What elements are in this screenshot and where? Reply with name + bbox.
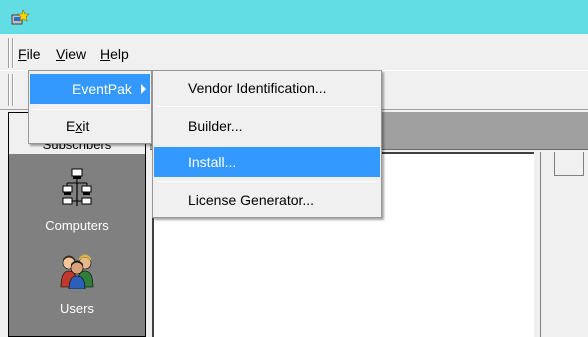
nav-item-users-label: Users bbox=[60, 301, 94, 316]
menu-item-exit[interactable]: Exit bbox=[30, 111, 150, 141]
menu-item-license-generator[interactable]: License Generator... bbox=[154, 185, 380, 215]
nav-item-users[interactable]: Users bbox=[27, 245, 127, 323]
menu-view-label: iew bbox=[65, 46, 87, 62]
menu-item-builder[interactable]: Builder... bbox=[154, 111, 380, 141]
menu-item-vendor-identification[interactable]: Vendor Identification... bbox=[154, 73, 380, 103]
right-panel-box bbox=[554, 152, 584, 176]
computers-network-icon bbox=[62, 168, 92, 206]
app-icon bbox=[11, 9, 30, 25]
menu-help-accel: H bbox=[100, 46, 111, 62]
menu-file-label: ile bbox=[26, 46, 41, 62]
menubar-grip bbox=[12, 38, 14, 68]
menu-item-eventpak[interactable]: EventPak bbox=[30, 74, 150, 104]
menu-item-eventpak-label: EventPak bbox=[72, 81, 132, 97]
menubar-grip bbox=[8, 38, 10, 68]
menu-bar bbox=[0, 34, 588, 70]
toolbar-grip bbox=[8, 74, 10, 106]
right-panel bbox=[540, 152, 588, 337]
file-menu: EventPak Exit bbox=[28, 70, 152, 144]
title-bar bbox=[0, 0, 588, 34]
menu-help-label: elp bbox=[110, 46, 129, 62]
menu-item-license-generator-label: License Generator... bbox=[188, 192, 315, 208]
submenu-arrow-icon bbox=[141, 84, 146, 94]
nav-item-computers-label: Computers bbox=[45, 218, 109, 233]
menu-separator bbox=[157, 106, 377, 107]
menu-separator bbox=[33, 109, 147, 110]
menu-item-install[interactable]: Install... bbox=[154, 147, 380, 177]
eventpak-submenu: Vendor Identification... Builder... Inst… bbox=[152, 70, 382, 218]
menu-item-exit-rest: it bbox=[82, 118, 90, 134]
toolbar-grip bbox=[12, 74, 14, 106]
menu-view-accel: V bbox=[56, 46, 66, 62]
menu-item-builder-label: Builder... bbox=[188, 118, 243, 134]
menu-view[interactable]: View bbox=[56, 44, 86, 64]
menu-separator bbox=[157, 181, 377, 182]
nav-item-computers[interactable]: Computers bbox=[27, 160, 127, 238]
menu-item-install-label: Install... bbox=[188, 154, 237, 170]
menu-help[interactable]: Help bbox=[100, 44, 129, 64]
menu-item-vendor-identification-label: Vendor Identification... bbox=[188, 80, 327, 96]
menu-item-exit-pre: E bbox=[66, 118, 76, 134]
menu-file-accel: F bbox=[18, 46, 27, 62]
users-group-icon bbox=[60, 254, 94, 289]
menu-file[interactable]: File bbox=[18, 44, 41, 64]
